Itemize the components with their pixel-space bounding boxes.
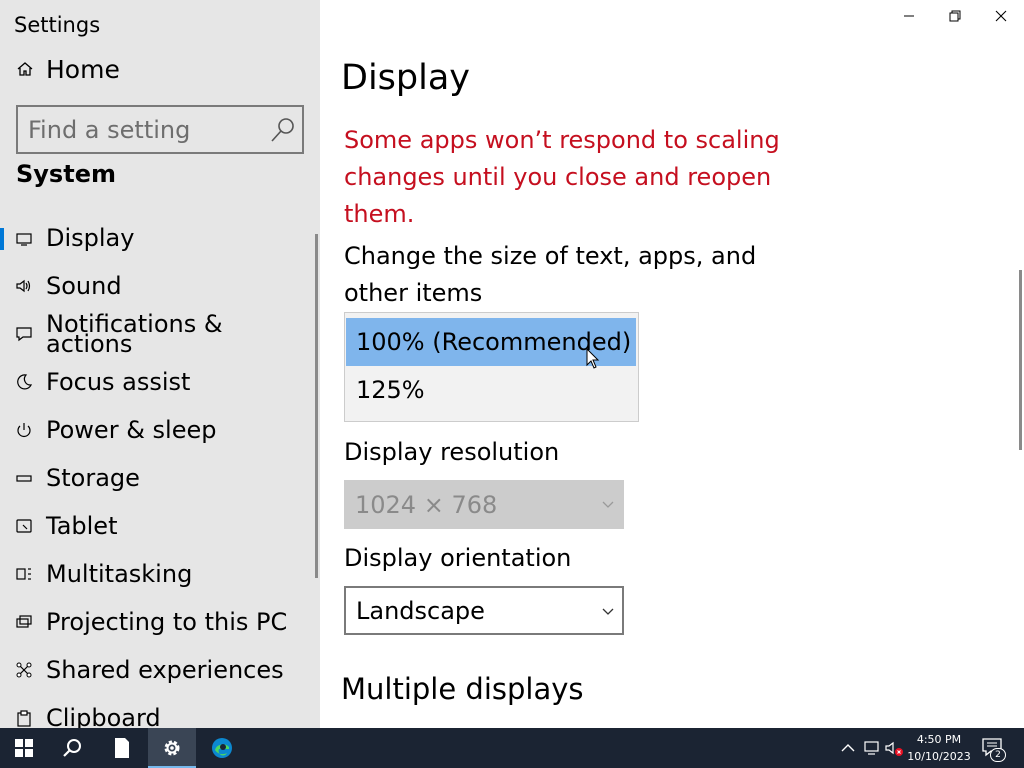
sidebar-item-tablet[interactable]: Tablet (0, 502, 320, 550)
shared-icon (14, 660, 34, 680)
clock-date: 10/10/2023 (907, 750, 971, 763)
search-icon (63, 739, 81, 757)
restore-button[interactable] (932, 0, 978, 32)
clipboard-icon (14, 708, 34, 728)
volume-muted-icon[interactable] (884, 738, 904, 758)
taskbar-search-button[interactable] (48, 728, 96, 768)
app-title: Settings (14, 13, 101, 37)
sidebar-scrollbar[interactable] (315, 234, 318, 578)
main-scrollbar[interactable] (1019, 270, 1022, 450)
page-title: Display (341, 58, 471, 98)
home-link[interactable]: Home (16, 52, 120, 86)
taskbar: 4:50 PM 10/10/2023 2 (0, 728, 1024, 768)
sidebar-item-shared-experiences[interactable]: Shared experiences (0, 646, 320, 694)
sidebar-item-label: Power & sleep (46, 416, 217, 444)
sidebar-item-label: Tablet (46, 512, 118, 540)
orientation-label: Display orientation (344, 544, 572, 572)
taskbar-settings-button[interactable] (148, 728, 196, 768)
network-icon[interactable] (862, 738, 882, 758)
mouse-cursor-icon (586, 348, 600, 369)
tablet-icon (14, 516, 34, 536)
sidebar-item-label: Notifications & actions (46, 310, 223, 358)
chevron-down-icon (602, 608, 614, 615)
scale-option[interactable]: 125% (346, 366, 636, 414)
sidebar-item-storage[interactable]: Storage (0, 454, 320, 502)
chevron-down-icon (602, 501, 614, 508)
sidebar-item-label: Shared experiences (46, 656, 284, 684)
sidebar-item-label: Focus assist (46, 368, 191, 396)
sidebar-item-notifications[interactable]: Notifications & actions (0, 310, 320, 358)
edge-browser-icon (212, 738, 232, 758)
start-icon (15, 739, 33, 757)
sidebar-item-label: Projecting to this PC (46, 608, 288, 636)
settings-gear-icon (164, 740, 180, 756)
orientation-value: Landscape (356, 596, 485, 625)
sidebar-item-multitasking[interactable]: Multitasking (0, 550, 320, 598)
chat-bubble-icon (14, 324, 34, 344)
minimize-button[interactable] (886, 0, 932, 32)
multitasking-icon (14, 564, 34, 584)
sidebar-item-label: Storage (46, 464, 140, 492)
clock-time: 4:50 PM (916, 733, 962, 746)
projector-icon (14, 612, 34, 632)
resolution-value: 1024 × 768 (355, 490, 498, 519)
sidebar-item-label: Multitasking (46, 560, 193, 588)
restore-icon (949, 10, 961, 22)
main-pane: Display Some apps won’t respond to scali… (320, 0, 1024, 728)
chevron-up-icon[interactable] (838, 738, 858, 758)
home-icon (16, 60, 34, 78)
sidebar-item-label: Clipboard (46, 704, 161, 728)
multiple-displays-heading: Multiple displays (341, 672, 584, 706)
scaling-warning: Some apps won’t respond to scaling chang… (344, 126, 780, 228)
close-icon (995, 10, 1007, 22)
taskbar-clock[interactable]: 4:50 PM 10/10/2023 (904, 731, 974, 765)
sidebar-item-clipboard[interactable]: Clipboard (0, 694, 320, 728)
sidebar: Settings Home Find a setting System Disp… (0, 0, 320, 728)
orientation-select[interactable]: Landscape (344, 586, 624, 635)
section-title: System (16, 160, 116, 188)
sidebar-item-projecting[interactable]: Projecting to this PC (0, 598, 320, 646)
sidebar-item-label: Display (46, 224, 135, 252)
speaker-icon (14, 276, 34, 296)
power-icon (14, 420, 34, 440)
drive-icon (14, 468, 34, 488)
scale-label: Change the size of text, apps, and other… (344, 242, 757, 307)
moon-icon (14, 372, 34, 392)
taskbar-file-button[interactable] (98, 728, 146, 768)
sidebar-item-focus-assist[interactable]: Focus assist (0, 358, 320, 406)
taskbar-edge-button[interactable] (198, 728, 246, 768)
sidebar-item-sound[interactable]: Sound (0, 262, 320, 310)
sidebar-nav: Display Sound Notifications & actions Fo… (0, 214, 320, 728)
notification-count-badge: 2 (990, 748, 1006, 762)
start-button[interactable] (0, 728, 48, 768)
sidebar-item-power-sleep[interactable]: Power & sleep (0, 406, 320, 454)
home-label: Home (46, 54, 120, 84)
resolution-select: 1024 × 768 (344, 480, 624, 529)
sidebar-item-display[interactable]: Display (0, 214, 320, 262)
minimize-icon (904, 15, 914, 17)
sidebar-item-label: Sound (46, 272, 122, 300)
close-button[interactable] (978, 0, 1024, 32)
resolution-label: Display resolution (344, 438, 560, 466)
search-icon[interactable] (268, 115, 298, 145)
file-icon (115, 738, 129, 758)
search-box[interactable]: Find a setting (16, 105, 304, 154)
search-input[interactable]: Find a setting (28, 116, 268, 144)
monitor-icon (14, 228, 34, 248)
